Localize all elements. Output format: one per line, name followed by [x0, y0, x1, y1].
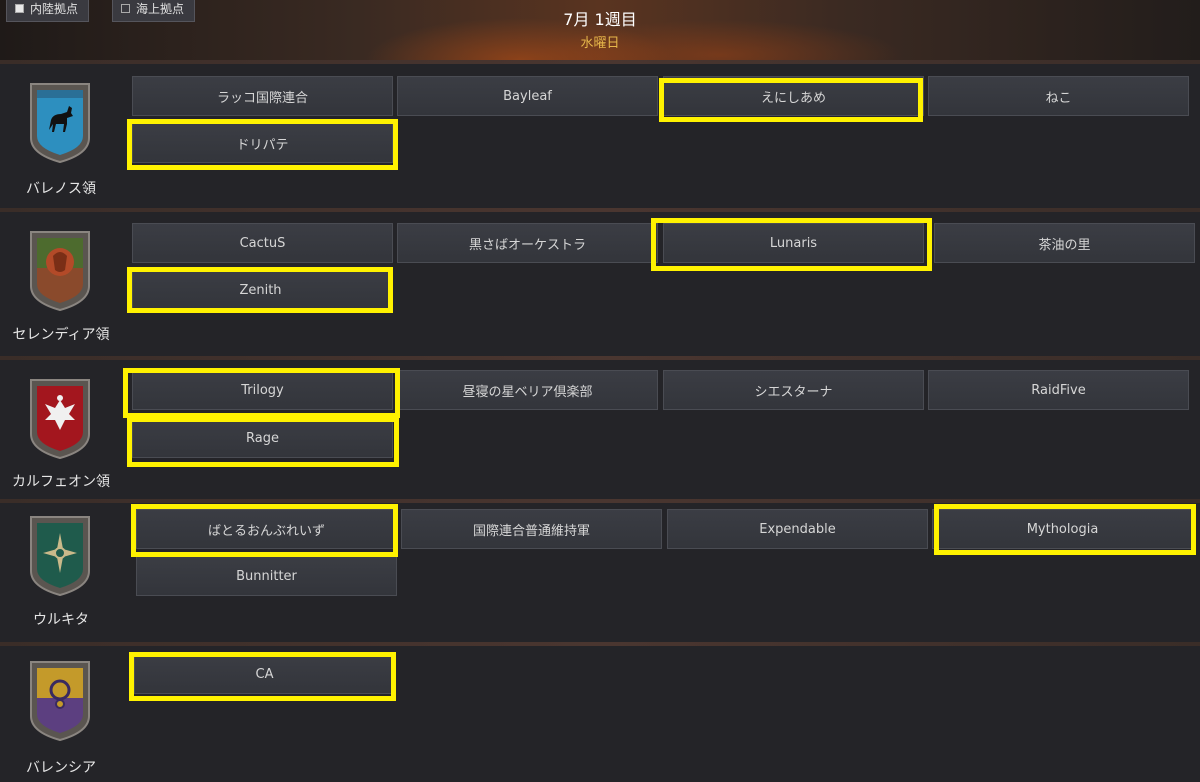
guild-slot[interactable]: 昼寝の星ベリア倶楽部 — [397, 370, 658, 410]
guild-slot[interactable]: ねこ — [928, 76, 1189, 116]
guild-slot[interactable]: CactuS — [132, 223, 393, 263]
guild-slot[interactable]: RaidFive — [928, 370, 1189, 410]
valencia-moon-emblem-icon — [30, 661, 90, 742]
guild-slot[interactable]: Zenith — [132, 270, 389, 310]
territory-row-calpheon: カルフェオン領 Trilogy 昼寝の星ベリア倶楽部 シエスターナ RaidFi… — [0, 356, 1200, 502]
ulukita-star-emblem-icon — [30, 516, 90, 597]
guild-slot[interactable]: 黒さばオーケストラ — [397, 223, 658, 263]
territory-name: バレンシア — [26, 760, 96, 776]
guild-slot[interactable]: えにしあめ — [663, 76, 924, 116]
week-date: 7月 1週目 — [563, 10, 637, 29]
guild-slot[interactable]: Lunaris — [663, 223, 924, 263]
row-divider — [0, 208, 1200, 212]
calpheon-eagle-emblem-icon — [30, 379, 90, 460]
serendia-lion-emblem-icon — [30, 231, 90, 312]
guild-slot[interactable]: CA — [134, 654, 395, 694]
territory-name: バレノス領 — [26, 181, 96, 197]
guild-slot[interactable]: ラッコ国際連合 — [132, 76, 393, 116]
territory-name: ウルキタ — [33, 612, 89, 628]
guild-slot[interactable]: Bunnitter — [136, 556, 397, 596]
guild-slot[interactable]: ばとるおんぶれいず — [136, 509, 397, 549]
territory-name: カルフェオン領 — [12, 474, 110, 490]
guild-slot[interactable]: 茶油の里 — [934, 223, 1195, 263]
row-divider — [0, 356, 1200, 360]
territory-row-valencia: バレンシア CA — [0, 642, 1200, 782]
guild-slot[interactable]: Bayleaf — [397, 76, 658, 116]
guild-slot[interactable]: シエスターナ — [663, 370, 924, 410]
guild-slot[interactable]: Expendable — [667, 509, 928, 549]
row-divider — [0, 60, 1200, 64]
row-divider — [0, 499, 1200, 503]
guild-slot[interactable]: 国際連合普通維持軍 — [401, 509, 662, 549]
balenos-horse-emblem-icon — [30, 83, 90, 164]
territory-row-serendia: セレンディア領 CactuS 黒さばオーケストラ Lunaris 茶油の里 Ze… — [0, 208, 1200, 358]
guild-slot[interactable]: Trilogy — [132, 370, 393, 410]
row-divider — [0, 642, 1200, 646]
weekday-label: 水曜日 — [580, 36, 620, 51]
guild-slot[interactable]: Rage — [132, 418, 393, 458]
top-header: 内陸拠点 海上拠点 7月 1週目 水曜日 — [0, 0, 1200, 60]
territory-name: セレンディア領 — [12, 327, 110, 343]
territory-row-balenos: バレノス領 ラッコ国際連合 Bayleaf えにしあめ ねこ ドリパテ — [0, 60, 1200, 210]
territory-row-ulukita: ウルキタ ばとるおんぶれいず 国際連合普通維持軍 Expendable Myth… — [0, 499, 1200, 644]
guild-slot[interactable]: Mythologia — [932, 509, 1193, 549]
guild-slot[interactable]: ドリパテ — [132, 123, 393, 163]
